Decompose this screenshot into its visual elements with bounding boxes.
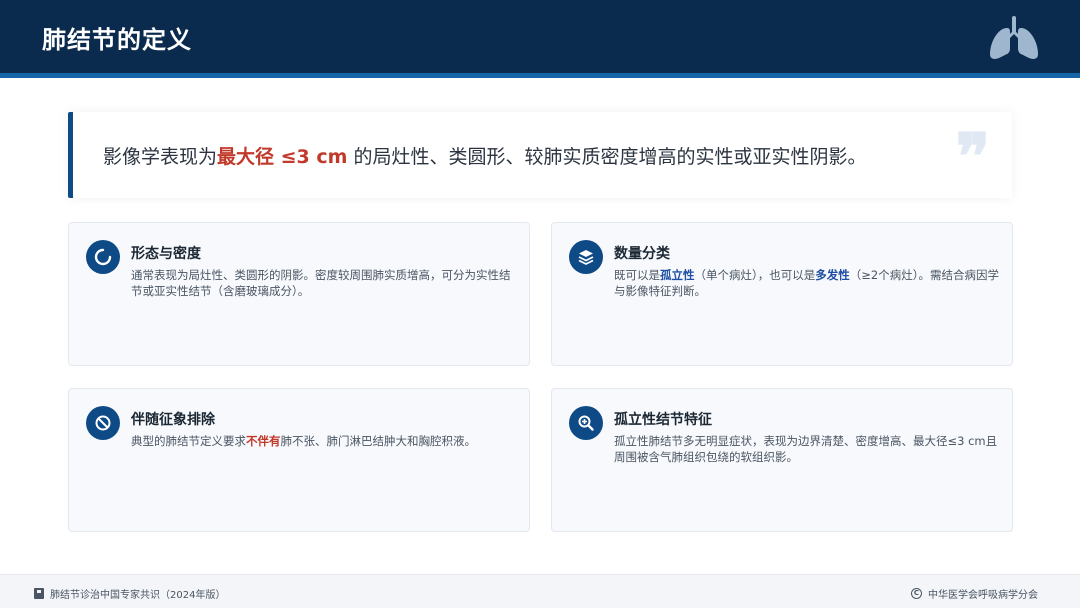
circle-notch-icon — [86, 240, 120, 274]
card-body-part: （单个病灶），也可以是 — [694, 268, 816, 282]
definition-quote: 影像学表现为最大径 ≤3 cm 的局灶性、类圆形、较肺实质密度增高的实性或亚实性… — [68, 112, 1012, 198]
header-bar: 肺结节的定义 — [0, 0, 1080, 78]
card-body-part: 既可以是 — [614, 268, 660, 282]
solitary-highlight: 孤立性 — [660, 268, 695, 282]
card-title: 数量分类 — [614, 246, 670, 262]
definition-text: 影像学表现为最大径 ≤3 cm 的局灶性、类圆形、较肺实质密度增高的实性或亚实性… — [103, 142, 867, 169]
card-exclusion-signs: 伴随征象排除 典型的肺结节定义要求不伴有肺不张、肺门淋巴结肿大和胸腔积液。 — [68, 388, 530, 532]
card-body: 既可以是孤立性（单个病灶），也可以是多发性（≥2个病灶）。需结合病因学与影像特征… — [614, 267, 1002, 299]
card-title: 伴随征象排除 — [131, 412, 215, 428]
definition-suffix: 的局灶性、类圆形、较肺实质密度增高的实性或亚实性阴影。 — [347, 146, 867, 168]
footer-source: 肺结节诊治中国专家共识（2024年版） — [34, 586, 225, 601]
book-icon — [34, 588, 44, 599]
footer-publisher: C 中华医学会呼吸病学分会 — [911, 586, 1038, 601]
layers-icon — [569, 240, 603, 274]
multiple-highlight: 多发性 — [815, 268, 850, 282]
card-solitary-features: 孤立性结节特征 孤立性肺结节多无明显症状，表现为边界清楚、密度增高、最大径≤3 … — [551, 388, 1013, 532]
definition-prefix: 影像学表现为 — [103, 146, 218, 168]
card-shape-density: 形态与密度 通常表现为局灶性、类圆形的阴影。密度较周围肺实质增高，可分为实性结节… — [68, 222, 530, 366]
page-title: 肺结节的定义 — [42, 26, 192, 54]
card-body: 通常表现为局灶性、类圆形的阴影。密度较周围肺实质增高，可分为实性结节或亚实性结节… — [131, 268, 511, 298]
definition-highlight: 最大径 ≤3 cm — [217, 146, 348, 168]
card-body-part: 肺不张、肺门淋巴结肿大和胸腔积液。 — [280, 434, 477, 448]
footer-publisher-text: 中华医学会呼吸病学分会 — [928, 590, 1038, 601]
ban-icon — [86, 406, 120, 440]
without-highlight: 不伴有 — [246, 434, 281, 448]
card-body-part: 典型的肺结节定义要求 — [131, 434, 246, 448]
card-body: 孤立性肺结节多无明显症状，表现为边界清楚、密度增高、最大径≤3 cm且周围被含气… — [614, 434, 998, 464]
card-body: 典型的肺结节定义要求不伴有肺不张、肺门淋巴结肿大和胸腔积液。 — [131, 433, 519, 449]
quote-mark-icon: ❞ — [955, 120, 990, 195]
search-plus-icon — [569, 406, 603, 440]
footer-source-text: 肺结节诊治中国专家共识（2024年版） — [50, 590, 226, 601]
card-title: 孤立性结节特征 — [614, 412, 712, 428]
card-title: 形态与密度 — [131, 246, 201, 262]
card-count-classification: 数量分类 既可以是孤立性（单个病灶），也可以是多发性（≥2个病灶）。需结合病因学… — [551, 222, 1013, 366]
footer-bar: 肺结节诊治中国专家共识（2024年版） C 中华医学会呼吸病学分会 — [0, 574, 1080, 608]
lungs-icon — [990, 16, 1038, 59]
copyright-icon: C — [911, 588, 922, 599]
